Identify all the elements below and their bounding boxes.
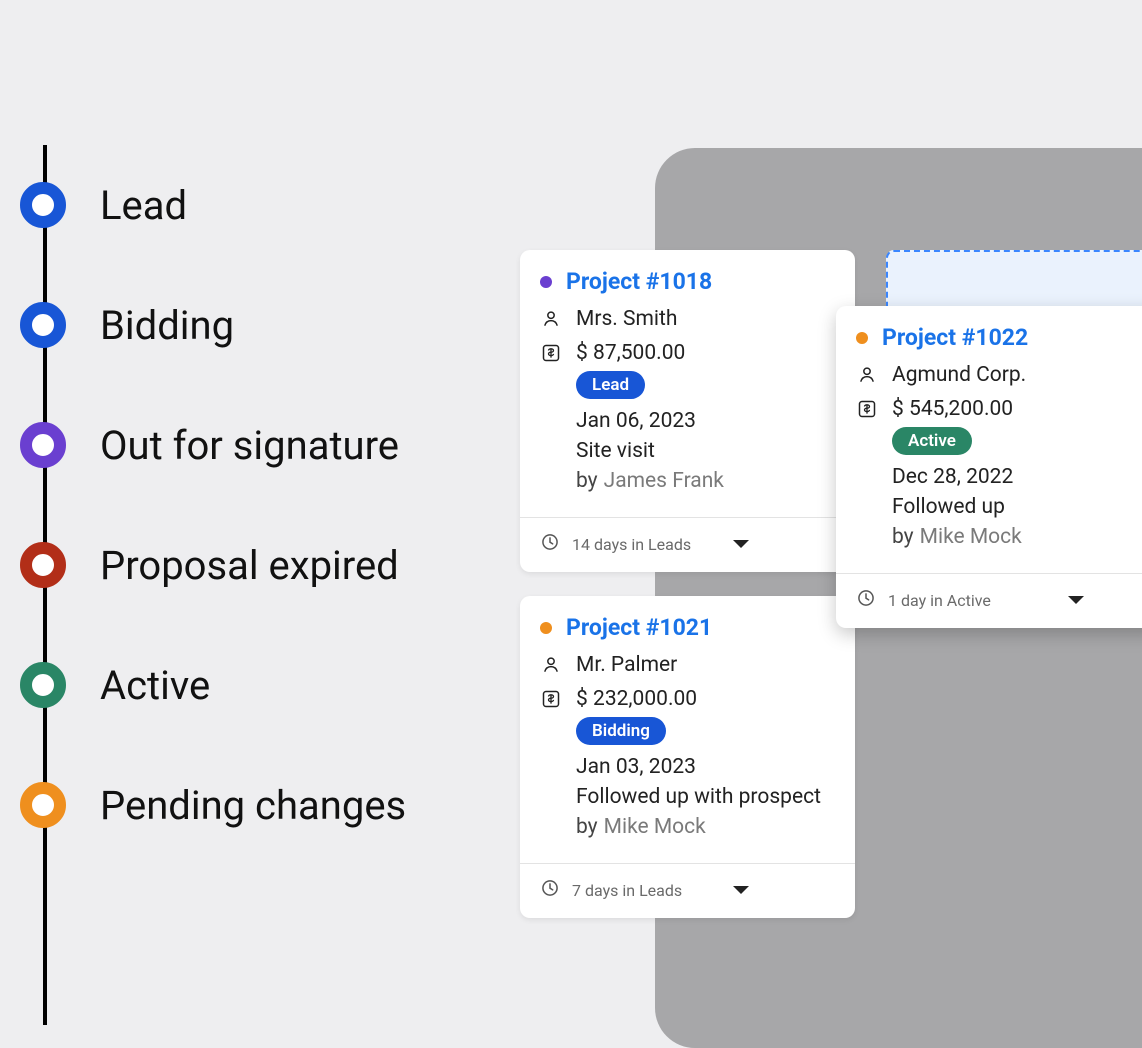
- project-card-1018[interactable]: Project #1018 Mrs. Smith $ 87,500.00 Lea…: [520, 250, 855, 572]
- legend-dot: [20, 182, 66, 228]
- amount-value: $ 87,500.00: [576, 341, 685, 365]
- status-badge: Lead: [576, 371, 645, 399]
- legend-dot: [20, 302, 66, 348]
- legend-dot: [20, 782, 66, 828]
- legend-item-lead[interactable]: Lead: [20, 145, 406, 265]
- legend-label: Bidding: [100, 302, 234, 349]
- activity-date: Jan 06, 2023: [576, 409, 724, 433]
- clock-icon: [540, 878, 560, 902]
- legend-item-pending-changes[interactable]: Pending changes: [20, 745, 406, 865]
- activity-by: byMike Mock: [892, 525, 1022, 549]
- clock-icon: [540, 532, 560, 556]
- chevron-down-icon[interactable]: [1066, 591, 1086, 610]
- activity-note: Site visit: [576, 439, 724, 463]
- money-icon: [540, 341, 562, 363]
- card-footer[interactable]: 14 days in Leads: [520, 517, 855, 572]
- legend-dot: [20, 542, 66, 588]
- money-icon: [856, 397, 878, 419]
- legend-item-proposal-expired[interactable]: Proposal expired: [20, 505, 406, 625]
- days-in-stage: 1 day in Active: [888, 591, 991, 610]
- status-dot-icon: [856, 332, 868, 344]
- project-card-1021[interactable]: Project #1021 Mr. Palmer $ 232,000.00 Bi…: [520, 596, 855, 918]
- project-title-link[interactable]: Project #1022: [882, 324, 1028, 351]
- person-icon: [540, 653, 562, 675]
- legend-label: Out for signature: [100, 422, 399, 469]
- activity-date: Jan 03, 2023: [576, 755, 821, 779]
- legend-label: Lead: [100, 182, 187, 229]
- money-icon: [540, 687, 562, 709]
- legend-dot: [20, 422, 66, 468]
- person-icon: [540, 307, 562, 329]
- status-dot-icon: [540, 622, 552, 634]
- chevron-down-icon[interactable]: [731, 881, 751, 900]
- legend-item-active[interactable]: Active: [20, 625, 406, 745]
- project-title-link[interactable]: Project #1021: [566, 614, 712, 641]
- legend-item-out-for-signature[interactable]: Out for signature: [20, 385, 406, 505]
- client-name: Mrs. Smith: [576, 307, 677, 331]
- card-footer[interactable]: 1 day in Active: [836, 573, 1142, 628]
- person-icon: [856, 363, 878, 385]
- activity-date: Dec 28, 2022: [892, 465, 1022, 489]
- client-name: Mr. Palmer: [576, 653, 677, 677]
- activity-note: Followed up with prospect: [576, 785, 821, 809]
- amount-value: $ 232,000.00: [576, 687, 697, 711]
- legend-label: Pending changes: [100, 782, 406, 829]
- days-in-stage: 7 days in Leads: [572, 881, 682, 900]
- status-badge: Bidding: [576, 717, 666, 745]
- card-footer[interactable]: 7 days in Leads: [520, 863, 855, 918]
- activity-by: byJames Frank: [576, 469, 724, 493]
- status-dot-icon: [540, 276, 552, 288]
- days-in-stage: 14 days in Leads: [572, 535, 691, 554]
- status-legend: Lead Bidding Out for signature Proposal …: [20, 145, 406, 865]
- clock-icon: [856, 588, 876, 612]
- chevron-down-icon[interactable]: [731, 535, 751, 554]
- client-name: Agmund Corp.: [892, 363, 1026, 387]
- legend-item-bidding[interactable]: Bidding: [20, 265, 406, 385]
- status-badge: Active: [892, 427, 972, 455]
- legend-label: Proposal expired: [100, 542, 399, 589]
- legend-label: Active: [100, 662, 210, 709]
- amount-value: $ 545,200.00: [892, 397, 1013, 421]
- activity-by: byMike Mock: [576, 815, 821, 839]
- activity-note: Followed up: [892, 495, 1022, 519]
- project-title-link[interactable]: Project #1018: [566, 268, 712, 295]
- project-card-1022[interactable]: Project #1022 Agmund Corp. $ 545,200.00 …: [836, 306, 1142, 628]
- legend-dot: [20, 662, 66, 708]
